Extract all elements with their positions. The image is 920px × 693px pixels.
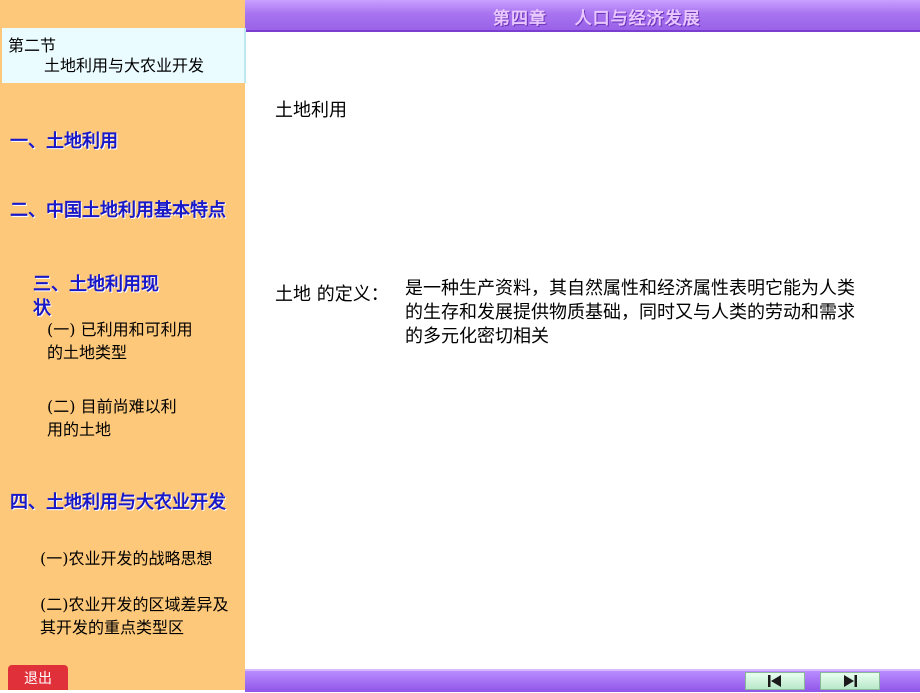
nav-used-land-types[interactable]: (一) 已利用和可利用 的土地类型	[47, 318, 193, 364]
definition-text: 是一种生产资料，其自然属性和经济属性表明它能为人类的生存和发展提供物质基础，同时…	[405, 278, 855, 347]
nav-current-status[interactable]: 三、土地利用现 状	[33, 273, 159, 321]
last-slide-icon	[844, 675, 857, 687]
first-slide-icon	[768, 675, 781, 687]
top-banner: 第四章 人口与经济发展	[245, 0, 920, 32]
nav-current-status-line1: 三、土地利用现	[33, 274, 159, 295]
definition-label: 土地 的定义：	[275, 284, 389, 305]
nav-regional-differences-line2: 其开发的重点类型区	[40, 618, 185, 637]
nav-hard-to-use-land-line1: (二) 目前尚难以利	[47, 397, 177, 416]
chapter-title: 第四章 人口与经济发展	[493, 9, 701, 29]
first-slide-button[interactable]	[745, 672, 805, 690]
bottom-bar	[245, 669, 920, 692]
exit-button[interactable]: 退出	[8, 665, 68, 690]
last-slide-button[interactable]	[820, 672, 880, 690]
nav-used-land-types-line1: (一) 已利用和可利用	[47, 320, 193, 339]
section-header: 第二节 土地利用与大农业开发	[2, 28, 246, 83]
nav-basic-features[interactable]: 二、中国土地利用基本特点	[10, 196, 226, 222]
nav-regional-differences[interactable]: (二)农业开发的区域差异及 其开发的重点类型区	[40, 593, 229, 639]
nav-hard-to-use-land[interactable]: (二) 目前尚难以利 用的土地	[47, 395, 177, 441]
nav-regional-differences-line1: (二)农业开发的区域差异及	[40, 595, 229, 614]
section-title: 土地利用与大农业开发	[44, 56, 205, 75]
nav-hard-to-use-land-line2: 用的土地	[47, 420, 112, 439]
nav-land-use[interactable]: 一、土地利用	[10, 127, 118, 153]
nav-strategy[interactable]: (一)农业开发的战略思想	[40, 547, 213, 570]
sidebar: 第二节 土地利用与大农业开发 一、土地利用 二、中国土地利用基本特点 三、土地利…	[0, 0, 246, 690]
nav-agri-development[interactable]: 四、土地利用与大农业开发	[10, 488, 226, 514]
nav-used-land-types-line2: 的土地类型	[47, 343, 128, 362]
page-heading: 土地利用	[275, 100, 347, 121]
